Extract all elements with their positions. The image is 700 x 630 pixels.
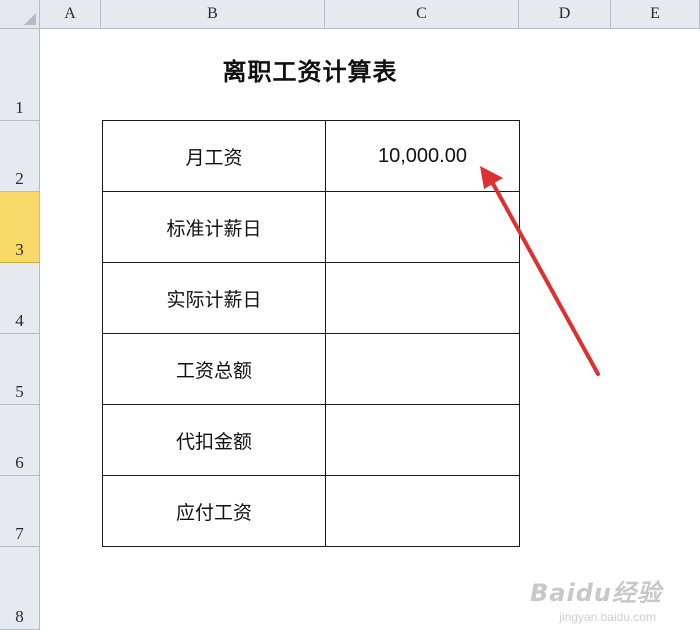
row-header-8[interactable]: 8 [0,547,40,630]
table-row: 应付工资 [102,475,520,547]
column-header-d[interactable]: D [519,0,611,29]
column-header-b[interactable]: B [101,0,325,29]
row-header-1[interactable]: 1 [0,29,40,121]
select-all-corner[interactable] [0,0,40,29]
table-row: 代扣金额 [102,404,520,476]
cell-label[interactable]: 实际计薪日 [102,262,326,334]
spreadsheet: A B C D E 1 2 3 4 5 6 7 8 离职工资计算表 月工资 10… [0,0,700,630]
cell-value[interactable]: 10,000.00 [325,120,520,192]
column-header-a[interactable]: A [40,0,101,29]
column-header-c[interactable]: C [325,0,519,29]
row-header-5[interactable]: 5 [0,334,40,405]
salary-table: 月工资 10,000.00 标准计薪日 实际计薪日 工资总额 代扣金额 应付工资 [102,120,520,547]
table-row: 实际计薪日 [102,262,520,334]
cell-value[interactable] [325,191,520,263]
watermark-url: jingyan.baidu.com [559,610,656,624]
row-header-3[interactable]: 3 [0,192,40,263]
table-row: 标准计薪日 [102,191,520,263]
baidu-watermark: Baidu经验 [530,579,662,607]
sheet-title[interactable]: 离职工资计算表 [100,52,520,87]
row-header-6[interactable]: 6 [0,405,40,476]
cell-value[interactable] [325,404,520,476]
cell-label[interactable]: 工资总额 [102,333,326,405]
row-header-2[interactable]: 2 [0,121,40,192]
row-header-4[interactable]: 4 [0,263,40,334]
row-header-7[interactable]: 7 [0,476,40,547]
cell-value[interactable] [325,475,520,547]
cell-value[interactable] [325,333,520,405]
cell-value[interactable] [325,262,520,334]
table-row: 工资总额 [102,333,520,405]
cell-label[interactable]: 应付工资 [102,475,326,547]
table-row: 月工资 10,000.00 [102,120,520,192]
column-header-e[interactable]: E [611,0,700,29]
cell-label[interactable]: 代扣金额 [102,404,326,476]
cell-label[interactable]: 标准计薪日 [102,191,326,263]
cell-label[interactable]: 月工资 [102,120,326,192]
